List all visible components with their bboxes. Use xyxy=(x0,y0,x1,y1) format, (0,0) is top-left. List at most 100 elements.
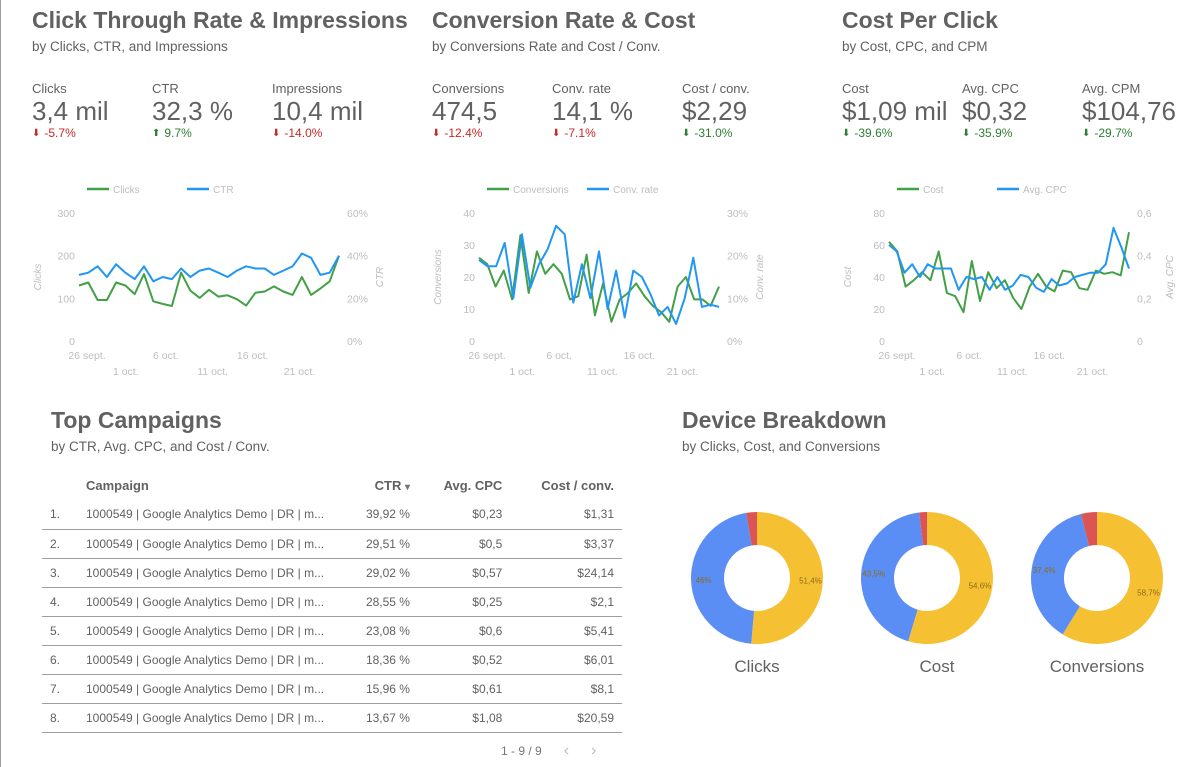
ctr-section-title: Click Through Rate & Impressions xyxy=(32,7,408,33)
conversions-donut-chart: 58,7% 37,4% xyxy=(1031,512,1163,644)
conv-section-title: Conversion Rate & Cost xyxy=(432,7,696,33)
x-tick-label: 1 oct. xyxy=(919,366,945,378)
chevron-left-icon[interactable]: ‹ xyxy=(564,742,569,760)
y-tick-label: 40 xyxy=(873,272,885,284)
ctr-cell: 18,36 % xyxy=(346,645,418,675)
conv-section-subtitle: by Conversions Rate and Cost / Conv. xyxy=(432,39,661,54)
kpi-label: Conv. rate xyxy=(552,81,612,96)
table-row[interactable]: 6. 1000549 | Google Analytics Demo | DR |… xyxy=(42,645,622,675)
kpi-label: Cost / conv. xyxy=(682,81,750,96)
table-row[interactable]: 2. 1000549 | Google Analytics Demo | DR |… xyxy=(42,529,622,559)
kpi-value: $1,09 mil xyxy=(842,96,948,126)
row-number: 3. xyxy=(42,558,76,588)
y2-tick-label: 10% xyxy=(727,293,748,305)
ctr-cell: 15,96 % xyxy=(346,674,418,704)
ctr-cell: 29,02 % xyxy=(346,558,418,588)
x-tick-label: 16 oct. xyxy=(1034,350,1066,362)
ctr-cell: 28,55 % xyxy=(346,587,418,617)
y-tick-label: 80 xyxy=(873,208,885,220)
avg-cpc-cell: $1,08 xyxy=(417,703,511,733)
avg-cpc-cell: $0,61 xyxy=(417,674,511,704)
cost-conv-cell: $5,41 xyxy=(510,616,622,646)
campaign-cell: 1000549 | Google Analytics Demo | DR | m… xyxy=(76,558,346,588)
slice-value-label: 54,6% xyxy=(969,582,992,591)
cost-donut-chart: 54,6% 43,5% xyxy=(861,512,993,644)
table-row[interactable]: 8. 1000549 | Google Analytics Demo | DR |… xyxy=(42,703,622,733)
kpi-value: 10,4 mil xyxy=(272,96,364,126)
kpi-delta-value: -35.9% xyxy=(974,126,1013,140)
y2-tick-label: 0,4 xyxy=(1137,251,1152,263)
kpi-value: $104,76 xyxy=(1082,96,1176,126)
kpi-delta-value: -31.0% xyxy=(694,126,733,140)
kpi-label: Impressions xyxy=(272,81,343,96)
cost-conv-cell: $8,1 xyxy=(510,674,622,704)
y-axis-title: Conversions xyxy=(433,249,444,305)
kpi-delta: ⬇ -5.7% xyxy=(32,126,162,140)
cost-conv-column-header[interactable]: Cost / conv. xyxy=(510,470,622,500)
campaigns-section-title: Top Campaigns xyxy=(51,407,222,433)
table-row[interactable]: 4. 1000549 | Google Analytics Demo | DR |… xyxy=(42,587,622,617)
campaign-cell: 1000549 | Google Analytics Demo | DR | m… xyxy=(76,616,346,646)
kpi-value: 32,3 % xyxy=(152,96,233,126)
campaign-cell: 1000549 | Google Analytics Demo | DR | m… xyxy=(76,500,346,530)
table-row[interactable]: 5. 1000549 | Google Analytics Demo | DR |… xyxy=(42,616,622,646)
y-tick-label: 0 xyxy=(879,336,885,348)
row-number: 2. xyxy=(42,529,76,559)
ctr-header-label: CTR xyxy=(374,477,402,493)
y2-tick-label: 0% xyxy=(727,336,742,348)
kpi-label: Avg. CPC xyxy=(962,81,1019,96)
campaign-cell: 1000549 | Google Analytics Demo | DR | m… xyxy=(76,703,346,733)
kpi-value: 14,1 % xyxy=(552,96,633,126)
kpi-delta-value: -39.6% xyxy=(854,126,893,140)
y2-tick-label: 30% xyxy=(727,208,748,220)
table-row[interactable]: 7. 1000549 | Google Analytics Demo | DR |… xyxy=(42,674,622,704)
chevron-right-icon[interactable]: › xyxy=(591,742,596,760)
slice-value-label: 58,7% xyxy=(1137,588,1160,597)
row-number: 5. xyxy=(42,616,76,646)
y2-tick-label: 0 xyxy=(1137,336,1143,348)
kpi-avg-cpc: Avg. CPC $0,32 ⬇ -35.9% xyxy=(962,81,1092,140)
legend-label: Clicks xyxy=(113,185,140,196)
kpi-delta: ⬇ -31.0% xyxy=(682,126,812,140)
campaign-cell: 1000549 | Google Analytics Demo | DR | m… xyxy=(76,645,346,675)
series-line-avg-cpc xyxy=(888,226,1130,293)
campaign-cell: 1000549 | Google Analytics Demo | DR | m… xyxy=(76,587,346,617)
y-tick-label: 300 xyxy=(57,208,75,220)
table-row[interactable]: 3. 1000549 | Google Analytics Demo | DR |… xyxy=(42,558,622,588)
clicks-donut-chart: 51,4% 46% xyxy=(691,512,824,644)
kpi-value: $0,32 xyxy=(962,96,1028,126)
slice-value-label: 51,4% xyxy=(799,576,822,585)
campaign-column-header[interactable]: Campaign xyxy=(76,470,346,500)
device-section-subtitle: by Clicks, Cost, and Conversions xyxy=(682,439,881,454)
y-axis-title: Cost xyxy=(843,265,854,287)
cpc-section-title: Cost Per Click xyxy=(842,7,998,33)
kpi-delta: ⬇ -7.1% xyxy=(552,126,682,140)
avg-cpc-column-header[interactable]: Avg. CPC xyxy=(418,470,510,500)
y-tick-label: 20 xyxy=(873,304,885,316)
kpi-delta: ⬇ -12.4% xyxy=(432,126,562,140)
x-tick-label: 26 sept. xyxy=(468,350,505,362)
ctr-cell: 13,67 % xyxy=(346,703,418,733)
row-number: 1. xyxy=(42,500,76,530)
x-tick-label: 11 oct. xyxy=(997,366,1028,378)
kpi-delta: ⬇ -39.6% xyxy=(842,126,972,140)
table-row[interactable]: 1. 1000549 | Google Analytics Demo | DR |… xyxy=(42,500,622,530)
ctr-column-header[interactable]: CTR ▾ xyxy=(346,470,418,500)
pager-text: 1 - 9 / 9 xyxy=(501,744,542,758)
slice-value-label: 46% xyxy=(696,576,712,585)
cost-conv-cell: $2,1 xyxy=(510,587,622,617)
kpi-impressions: Impressions 10,4 mil ⬇ -14.0% xyxy=(272,81,402,140)
kpi-delta-value: -29.7% xyxy=(1094,126,1133,140)
cost-conv-cell: $3,37 xyxy=(510,529,622,559)
arrow-down-icon: ⬇ xyxy=(842,127,851,139)
x-tick-label: 11 oct. xyxy=(197,366,228,378)
legend-label: Conversions xyxy=(513,185,569,196)
series-line-ctr xyxy=(78,252,340,283)
series-line-clicks xyxy=(78,255,340,307)
table-pager: 1 - 9 / 9 ‹ › xyxy=(501,742,596,760)
cost-donut-label: Cost xyxy=(919,657,955,676)
x-tick-label: 16 oct. xyxy=(237,350,269,362)
y2-tick-label: 0,2 xyxy=(1137,293,1152,305)
kpi-value: $2,29 xyxy=(682,96,748,126)
y-tick-label: 30 xyxy=(463,240,475,252)
